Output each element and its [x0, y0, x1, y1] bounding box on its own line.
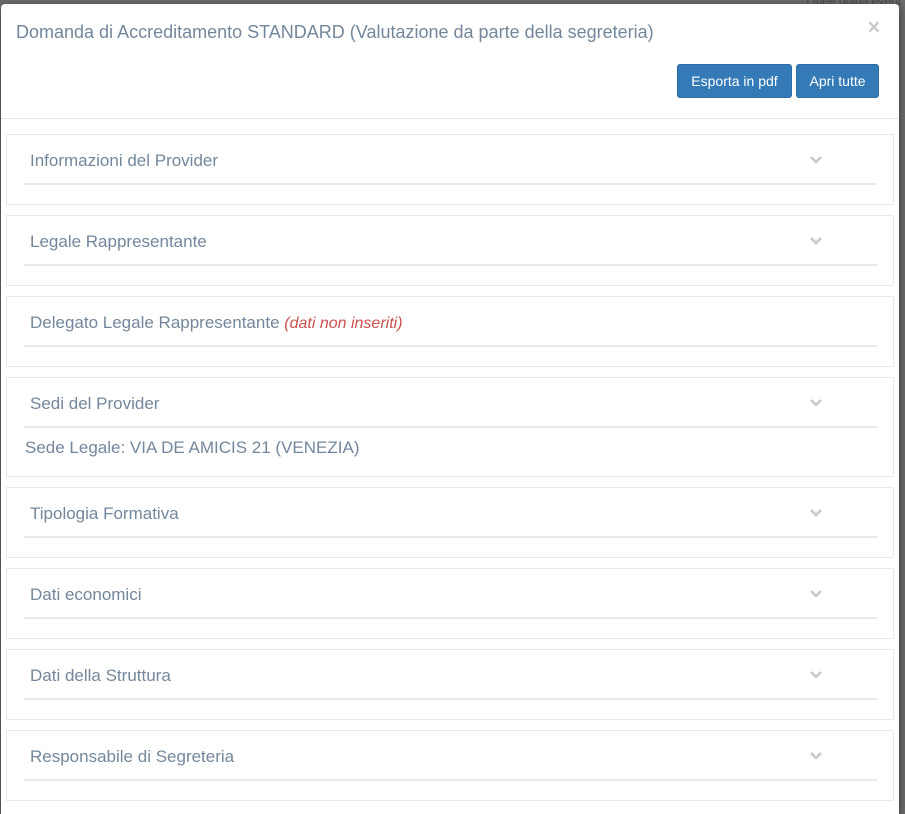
chevron-down-icon[interactable] [809, 751, 823, 761]
panel-provider-sites: Sedi del Provider Sede Legale: VIA DE AM… [6, 377, 894, 477]
chevron-down-icon[interactable] [809, 398, 823, 408]
panel-title: Delegato Legale Rappresentante (dati non… [30, 313, 403, 333]
panel-title-text: Delegato Legale Rappresentante [30, 313, 280, 332]
open-all-button[interactable]: Apri tutte [796, 64, 879, 98]
chevron-down-icon[interactable] [809, 589, 823, 599]
panel-delegate: Delegato Legale Rappresentante (dati non… [6, 296, 894, 367]
panel-training-type: Tipologia Formativa [6, 487, 894, 558]
panel-title: Sedi del Provider [30, 394, 160, 413]
panel-title: Responsabile di Segreteria [30, 747, 235, 766]
panel-title: Dati economici [30, 585, 142, 604]
panel-header-delegate: Delegato Legale Rappresentante (dati non… [24, 297, 877, 347]
chevron-down-icon[interactable] [809, 236, 823, 246]
panel-title: Dati della Struttura [30, 666, 171, 685]
panel-provider-info: Informazioni del Provider [6, 134, 894, 205]
chevron-down-icon[interactable] [809, 670, 823, 680]
panel-header-structure-data[interactable]: Dati della Struttura [24, 650, 877, 700]
panel-title: Legale Rappresentante [30, 232, 207, 251]
panel-header-economic-data[interactable]: Dati economici [24, 569, 877, 619]
modal-title: Domanda di Accreditamento STANDARD (Valu… [16, 22, 654, 42]
modal-header: Domanda di Accreditamento STANDARD (Valu… [1, 4, 899, 119]
export-pdf-button[interactable]: Esporta in pdf [677, 64, 792, 98]
missing-data-note: (dati non inseriti) [284, 315, 403, 332]
close-button[interactable]: × [868, 17, 880, 38]
legal-site-text: Sede Legale: VIA DE AMICIS 21 (VENEZIA) [25, 438, 360, 457]
panel-title: Informazioni del Provider [30, 151, 219, 170]
chevron-down-icon[interactable] [809, 508, 823, 518]
panel-header-provider-sites[interactable]: Sedi del Provider [24, 378, 877, 428]
panel-header-provider-info[interactable]: Informazioni del Provider [24, 135, 877, 185]
panel-secretary-manager: Responsabile di Segreteria [6, 730, 894, 801]
accreditation-modal: Domanda di Accreditamento STANDARD (Valu… [1, 4, 899, 814]
panel-header-secretary-manager[interactable]: Responsabile di Segreteria [24, 731, 877, 781]
panel-structure-data: Dati della Struttura [6, 649, 894, 720]
chevron-down-icon[interactable] [809, 155, 823, 165]
panel-title: Tipologia Formativa [30, 504, 179, 523]
panel-header-training-type[interactable]: Tipologia Formativa [24, 488, 877, 538]
panel-header-legal-representative[interactable]: Legale Rappresentante [24, 216, 877, 266]
panel-legal-representative: Legale Rappresentante [6, 215, 894, 286]
panel-economic-data: Dati economici [6, 568, 894, 639]
